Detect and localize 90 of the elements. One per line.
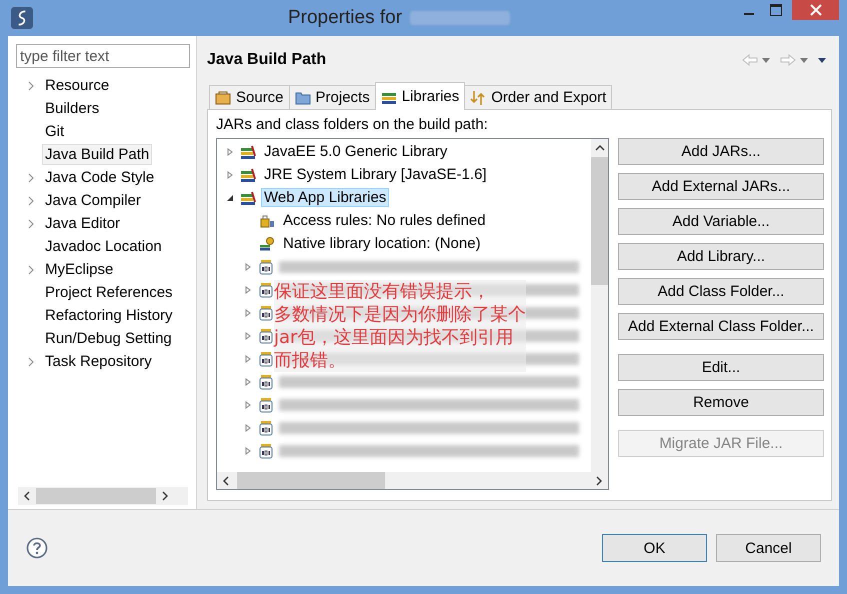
tab[interactable]: Libraries — [374, 82, 466, 110]
collapsed-arrow-icon[interactable] — [244, 446, 252, 454]
jar-icon — [258, 304, 274, 320]
horizontal-scrollbar[interactable] — [217, 472, 608, 489]
key-lock-icon — [259, 212, 275, 228]
jar-icon — [258, 374, 274, 390]
sidebar-item[interactable]: Builders — [42, 98, 102, 119]
sidebar-item[interactable]: Resource — [42, 75, 112, 96]
action-button[interactable]: Add Class Folder... — [618, 278, 824, 305]
forward-arrow-icon[interactable] — [780, 54, 796, 66]
chevron-right-icon[interactable] — [28, 264, 34, 274]
annotation-note: 保证这里面没有错误提示， 多数情况下是因为你删除了某个 jar包，这里面因为找不到引用 而报错。 — [274, 280, 526, 372]
scroll-left-icon[interactable] — [24, 491, 30, 501]
jar-icon — [258, 350, 274, 366]
jar-icon — [258, 282, 274, 298]
sidebar-item[interactable]: Java Build Path — [42, 144, 152, 165]
library-attribute[interactable]: Access rules: No rules defined — [280, 211, 489, 230]
action-button[interactable]: Add Library... — [618, 243, 824, 270]
swap-arrows-icon — [470, 90, 486, 106]
sidebar-item[interactable]: Project References — [42, 282, 176, 303]
sidebar-item[interactable]: Git — [42, 121, 68, 142]
filter-field[interactable]: type filter text — [16, 44, 190, 68]
library-item[interactable]: Web App Libraries — [261, 188, 390, 207]
collapsed-arrow-icon[interactable] — [244, 354, 252, 362]
action-button[interactable]: Add JARs... — [618, 138, 824, 165]
action-button[interactable]: Add External Class Folder... — [618, 313, 824, 340]
library-attribute[interactable]: Native library location: (None) — [280, 234, 484, 253]
collapsed-arrow-icon[interactable] — [244, 286, 252, 294]
chevron-right-icon[interactable] — [28, 80, 34, 90]
scroll-left-icon[interactable] — [223, 476, 229, 486]
jar-icon — [258, 442, 274, 458]
tab[interactable]: Order and Export — [464, 85, 612, 109]
sidebar-item[interactable]: Javadoc Location — [42, 236, 165, 257]
chevron-right-icon[interactable] — [28, 196, 34, 206]
chevron-right-icon[interactable] — [28, 218, 34, 228]
folder-icon — [294, 90, 311, 106]
sidebar-item[interactable]: Refactoring History — [42, 305, 176, 326]
collapsed-arrow-icon[interactable] — [244, 424, 252, 432]
app-logo-icon — [11, 7, 33, 29]
collapsed-arrow-icon[interactable] — [244, 262, 252, 270]
collapsed-arrow-icon[interactable] — [244, 400, 252, 408]
jar-icon — [258, 328, 274, 344]
dialog-button[interactable]: OK — [602, 534, 707, 562]
action-button[interactable]: Edit... — [618, 354, 824, 381]
view-menu-icon[interactable] — [818, 58, 826, 62]
gear-books-icon — [259, 236, 275, 252]
action-button[interactable]: Remove — [618, 389, 824, 416]
action-button[interactable]: Add External JARs... — [618, 173, 824, 200]
tab[interactable]: Source — [209, 85, 290, 109]
build-path-caption: JARs and class folders on the build path: — [216, 116, 489, 133]
collapsed-arrow-icon[interactable] — [244, 378, 252, 386]
page-title: Java Build Path — [207, 51, 326, 69]
sidebar-item[interactable]: Run/Debug Setting — [42, 328, 175, 349]
vertical-scrollbar[interactable] — [591, 139, 608, 473]
close-icon — [810, 4, 822, 16]
chevron-right-icon[interactable] — [28, 356, 34, 366]
help-icon[interactable] — [26, 537, 48, 559]
library-books-icon — [240, 190, 256, 206]
library-item[interactable]: JavaEE 5.0 Generic Library — [261, 142, 450, 161]
scroll-right-icon[interactable] — [596, 476, 602, 486]
minimize-icon — [744, 13, 754, 15]
chevron-right-icon[interactable] — [28, 172, 34, 182]
sidebar-item[interactable]: Java Editor — [42, 213, 124, 234]
close-button[interactable] — [792, 0, 839, 20]
window-title: Properties for — [288, 7, 402, 29]
jar-icon — [258, 396, 274, 412]
jar-icon — [258, 258, 274, 274]
sidebar-item[interactable]: MyEclipse — [42, 259, 116, 280]
collapsed-arrow-icon[interactable] — [244, 308, 252, 316]
library-books-icon — [240, 166, 256, 182]
expanded-arrow-icon[interactable] — [226, 194, 234, 202]
sidebar-item[interactable]: Task Repository — [42, 351, 155, 372]
dropdown-caret-icon[interactable] — [762, 58, 770, 62]
sidebar-item[interactable]: Java Code Style — [42, 167, 158, 188]
library-item[interactable]: JRE System Library [JavaSE-1.6] — [261, 165, 490, 184]
sidebar-item[interactable]: Java Compiler — [42, 190, 144, 211]
action-button[interactable]: Add Variable... — [618, 208, 824, 235]
collapsed-arrow-icon[interactable] — [226, 170, 234, 178]
collapsed-arrow-icon[interactable] — [226, 148, 234, 156]
maximize-icon — [770, 4, 782, 16]
dialog-button[interactable]: Cancel — [716, 534, 821, 562]
jar-icon — [258, 420, 274, 436]
library-books-icon — [240, 144, 256, 160]
back-arrow-icon[interactable] — [742, 54, 758, 66]
package-icon — [215, 90, 231, 106]
collapsed-arrow-icon[interactable] — [244, 332, 252, 340]
horizontal-scrollbar[interactable] — [18, 487, 188, 505]
scroll-up-icon[interactable] — [594, 145, 604, 151]
dropdown-caret-icon[interactable] — [800, 58, 808, 62]
scroll-right-icon[interactable] — [162, 491, 168, 501]
